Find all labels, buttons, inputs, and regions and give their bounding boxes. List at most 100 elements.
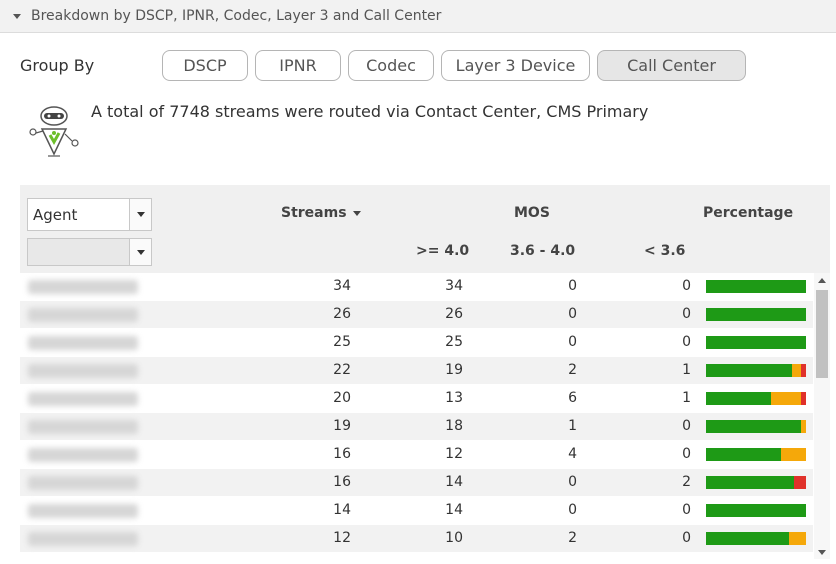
mos-mid-cell: 0 [568,474,577,490]
chevron-down-icon [136,212,145,217]
table-body: 34 34 0 0 26 26 0 0 25 25 0 0 22 19 2 1 … [20,273,813,553]
mos-low-cell: 1 [682,390,691,406]
agent-name-redacted [28,308,138,322]
mos-mid-cell: 0 [568,306,577,322]
panel-title: Breakdown by DSCP, IPNR, Codec, Layer 3 … [31,8,442,24]
chevron-down-icon [136,249,145,255]
caret-down-icon[interactable] [13,13,21,19]
streams-column-header[interactable]: Streams [281,205,361,221]
mos-mid-cell: 2 [568,362,577,378]
streams-cell: 14 [333,502,351,518]
agent-select-toggle[interactable] [129,199,151,230]
bar-segment-good [706,532,790,545]
scroll-down-icon[interactable] [818,550,826,555]
group-by-codec-button[interactable]: Codec [348,50,434,81]
streams-header-label: Streams [281,205,347,221]
mos-low-cell: 0 [682,530,691,546]
percentage-bar [706,392,806,405]
mos-mid-header[interactable]: 3.6 - 4.0 [510,243,575,259]
group-by-ipnr-button[interactable]: IPNR [255,50,341,81]
percentage-bar [706,364,806,377]
mos-high-header[interactable]: >= 4.0 [416,243,469,259]
mos-low-cell: 0 [682,334,691,350]
percentage-bar [706,336,806,349]
agent-name-redacted [28,392,138,406]
table-row[interactable]: 20 13 6 1 [20,385,813,413]
streams-cell: 20 [333,390,351,406]
mos-mid-cell: 1 [568,418,577,434]
agent-name-redacted [28,364,138,378]
table-row[interactable]: 12 10 2 0 [20,525,813,553]
percentage-bar [706,308,806,321]
percentage-bar [706,532,806,545]
bar-segment-good [706,476,794,489]
mos-high-cell: 12 [445,446,463,462]
streams-cell: 16 [333,474,351,490]
percentage-bar [706,448,806,461]
mos-low-cell: 0 [682,306,691,322]
mos-low-cell: 1 [682,362,691,378]
percentage-bar [706,420,806,433]
streams-cell: 12 [333,530,351,546]
scroll-thumb[interactable] [816,290,828,378]
bar-segment-good [706,392,771,405]
agent-name-redacted [28,476,138,490]
mos-mid-cell: 0 [568,278,577,294]
bar-segment-fair [800,420,806,433]
table-row[interactable]: 16 14 0 2 [20,469,813,497]
table-row[interactable]: 22 19 2 1 [20,357,813,385]
mos-mid-cell: 2 [568,530,577,546]
streams-cell: 16 [333,446,351,462]
mos-high-cell: 13 [445,390,463,406]
bar-segment-poor [793,476,806,489]
streams-cell: 22 [333,362,351,378]
bar-segment-fair [792,364,802,377]
agent-select[interactable]: Agent [27,198,152,231]
mos-high-cell: 26 [445,306,463,322]
group-by-layer3-button[interactable]: Layer 3 Device [441,50,590,81]
bar-segment-good [706,336,806,349]
table-row[interactable]: 14 14 0 0 [20,497,813,525]
streams-cell: 26 [333,306,351,322]
table-row[interactable]: 16 12 4 0 [20,441,813,469]
table-row[interactable]: 26 26 0 0 [20,301,813,329]
bar-segment-good [706,280,806,293]
percentage-bar [706,280,806,293]
mos-low-cell: 2 [682,474,691,490]
mos-low-cell: 0 [682,446,691,462]
table-scrollbar[interactable] [814,273,830,559]
agent-select-value: Agent [33,205,78,224]
bar-segment-fair [789,532,806,545]
table-row[interactable]: 19 18 1 0 [20,413,813,441]
panel-header[interactable]: Breakdown by DSCP, IPNR, Codec, Layer 3 … [0,0,836,33]
scroll-up-icon[interactable] [818,278,826,283]
mos-high-cell: 25 [445,334,463,350]
streams-cell: 34 [333,278,351,294]
mos-mid-cell: 0 [568,502,577,518]
streams-cell: 19 [333,418,351,434]
group-by-dscp-button[interactable]: DSCP [162,50,248,81]
secondary-select[interactable] [27,238,152,266]
secondary-select-toggle[interactable] [129,239,151,265]
agent-name-redacted [28,448,138,462]
percentage-bar [706,476,806,489]
bar-segment-fair [771,392,801,405]
mos-low-cell: 0 [682,278,691,294]
table-row[interactable]: 34 34 0 0 [20,273,813,301]
mos-column-header: MOS [514,205,550,221]
group-by-label: Group By [20,56,95,75]
bar-segment-poor [801,392,806,405]
table-row[interactable]: 25 25 0 0 [20,329,813,357]
bar-segment-poor [801,364,806,377]
mos-low-header[interactable]: < 3.6 [644,243,685,259]
group-by-call-center-button[interactable]: Call Center [597,50,746,81]
mos-mid-cell: 6 [568,390,577,406]
summary-text: A total of 7748 streams were routed via … [91,102,649,121]
agent-name-redacted [28,280,138,294]
bar-segment-fair [781,448,806,461]
bar-segment-good [706,504,806,517]
sort-desc-icon [352,210,361,216]
table-header: Agent Streams MOS Percentage >= 4.0 3.6 … [20,185,830,273]
agent-name-redacted [28,420,138,434]
mos-high-cell: 19 [445,362,463,378]
